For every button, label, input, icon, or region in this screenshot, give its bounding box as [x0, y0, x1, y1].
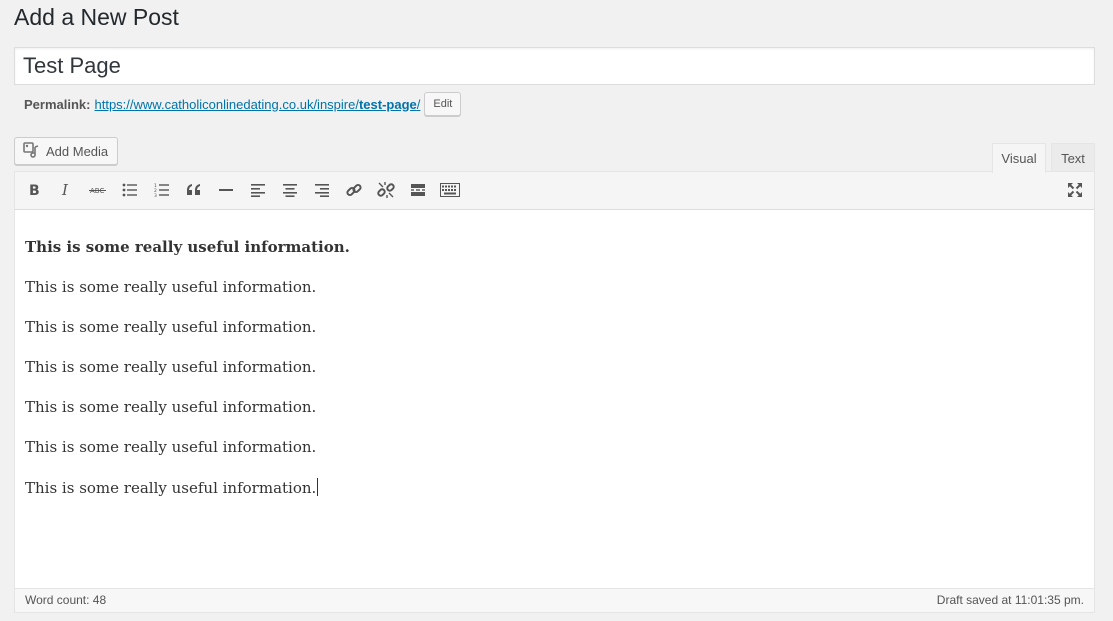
- content-paragraph: This is some really useful information.: [25, 318, 317, 336]
- remove-link-button[interactable]: [372, 176, 400, 204]
- svg-text:B: B: [29, 183, 40, 197]
- strikethrough-icon: ABC: [89, 183, 107, 197]
- text-caret: [317, 478, 319, 496]
- svg-text:I: I: [61, 183, 69, 197]
- content-paragraph: This is some really useful information.: [25, 398, 317, 416]
- numbered-list-button[interactable]: 123: [148, 176, 176, 204]
- bold-button[interactable]: B: [20, 176, 48, 204]
- content-paragraph: This is some really useful information.: [25, 238, 350, 256]
- permalink-row: Permalink: https://www.catholiconlinedat…: [24, 92, 462, 116]
- italic-icon: I: [59, 183, 73, 197]
- content-paragraph-last: This is some really useful information.: [25, 478, 319, 497]
- tab-visual[interactable]: Visual: [992, 143, 1046, 173]
- permalink-label: Permalink:: [24, 96, 91, 112]
- tab-text[interactable]: Text: [1051, 143, 1095, 172]
- edit-permalink-button[interactable]: Edit: [424, 92, 462, 116]
- horizontal-line-button[interactable]: [212, 176, 240, 204]
- permalink-link[interactable]: https://www.catholiconlinedating.co.uk/i…: [94, 97, 420, 112]
- align-left-button[interactable]: [244, 176, 272, 204]
- remove-link-icon: [377, 181, 395, 199]
- align-center-button[interactable]: [276, 176, 304, 204]
- editor: B I ABC 123: [14, 171, 1095, 613]
- editor-statusbar: Word count: 48 Draft saved at 11:01:35 p…: [15, 588, 1094, 612]
- read-more-button[interactable]: [404, 176, 432, 204]
- content-paragraph: This is some really useful information.: [25, 438, 317, 456]
- toolbar-toggle-icon: [440, 183, 460, 197]
- permalink-url-base: https://www.catholiconlinedating.co.uk/i…: [94, 96, 359, 112]
- toolbar-toggle-button[interactable]: [436, 176, 464, 204]
- content-paragraph: This is some really useful information.: [25, 278, 317, 296]
- insert-link-icon: [345, 181, 363, 199]
- content-paragraph-text: This is some really useful information.: [25, 479, 317, 497]
- bold-icon: B: [27, 183, 41, 197]
- fullscreen-icon: [1067, 182, 1083, 198]
- read-more-icon: [410, 183, 426, 197]
- editor-content[interactable]: This is some really useful information. …: [15, 210, 1094, 590]
- blockquote-icon: [186, 183, 202, 197]
- add-media-button[interactable]: Add Media: [14, 137, 118, 165]
- align-left-icon: [250, 183, 266, 197]
- bullet-list-button[interactable]: [116, 176, 144, 204]
- add-media-label: Add Media: [46, 143, 109, 159]
- bullet-list-icon: [122, 183, 138, 197]
- media-icon: [23, 141, 46, 161]
- post-title-input[interactable]: [15, 48, 1094, 84]
- italic-button[interactable]: I: [52, 176, 80, 204]
- blockquote-button[interactable]: [180, 176, 208, 204]
- insert-link-button[interactable]: [340, 176, 368, 204]
- word-count: Word count: 48: [25, 593, 107, 607]
- page-title: Add a New Post: [14, 4, 179, 30]
- content-paragraph: This is some really useful information.: [25, 358, 317, 376]
- numbered-list-icon: 123: [154, 183, 170, 197]
- strikethrough-button[interactable]: ABC: [84, 176, 112, 204]
- permalink-slug: test-page: [358, 96, 417, 112]
- permalink-trailing: /: [416, 96, 421, 112]
- draft-saved-status: Draft saved at 11:01:35 pm.: [936, 593, 1084, 607]
- editor-toolbar: B I ABC 123: [15, 172, 1094, 210]
- align-right-button[interactable]: [308, 176, 336, 204]
- align-center-icon: [282, 183, 298, 197]
- align-right-icon: [314, 183, 330, 197]
- post-title-field[interactable]: [14, 47, 1095, 85]
- svg-text:3: 3: [154, 193, 157, 197]
- horizontal-line-icon: [218, 183, 234, 197]
- fullscreen-button[interactable]: [1061, 176, 1089, 204]
